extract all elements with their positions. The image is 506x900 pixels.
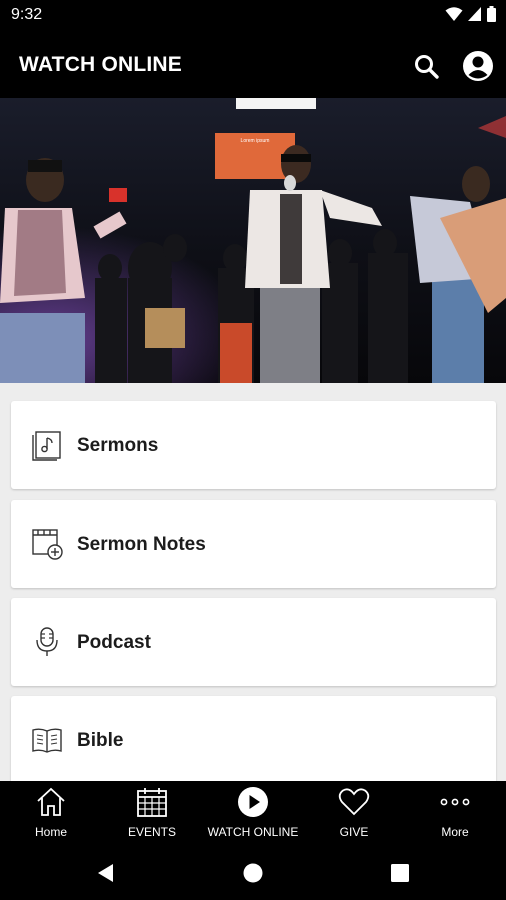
menu-item-bible[interactable]: Bible — [11, 696, 496, 784]
stage-screen-text: Lorem ipsum — [241, 138, 270, 144]
search-button[interactable] — [412, 52, 442, 82]
heart-icon — [338, 788, 370, 816]
nav-item-more[interactable]: More — [405, 781, 505, 845]
nav-label-more: More — [441, 825, 469, 839]
nav-label-watch-online: WATCH ONLINE — [207, 825, 299, 839]
note-add-icon — [32, 529, 63, 560]
calendar-icon — [137, 788, 167, 817]
wifi-icon — [445, 7, 463, 21]
system-nav-bar — [0, 845, 506, 900]
nav-item-home[interactable]: Home — [1, 781, 101, 845]
menu-item-podcast[interactable]: Podcast — [11, 598, 496, 686]
menu-item-sermons[interactable]: Sermons — [11, 401, 496, 489]
status-icons — [445, 6, 496, 22]
menu-item-sermon-notes[interactable]: Sermon Notes — [11, 500, 496, 588]
home-icon — [37, 787, 65, 816]
nav-label-events: EVENTS — [127, 825, 176, 839]
menu-item-label: Sermons — [77, 435, 159, 456]
menu-item-label: Sermon Notes — [77, 534, 206, 555]
profile-button[interactable] — [462, 50, 494, 82]
cell-signal-icon — [468, 7, 481, 21]
menu-item-label: Podcast — [77, 632, 151, 653]
more-dots-icon — [440, 798, 470, 806]
microphone-icon — [36, 627, 58, 656]
home-circle-icon[interactable] — [241, 861, 265, 885]
app-bar: WATCH ONLINE — [0, 32, 506, 98]
back-icon[interactable] — [94, 861, 118, 885]
recents-icon[interactable] — [388, 861, 412, 885]
nav-label-give: GIVE — [339, 825, 369, 839]
play-circle-icon — [238, 787, 268, 817]
nav-item-give[interactable]: GIVE — [304, 781, 404, 845]
menu-item-label: Bible — [77, 730, 124, 751]
nav-item-events[interactable]: EVENTS — [102, 781, 202, 845]
hero-image: Lorem ipsum — [0, 98, 506, 383]
page-title: WATCH ONLINE — [19, 53, 182, 76]
profile-icon — [463, 51, 493, 81]
nav-label-home: Home — [34, 825, 67, 839]
nav-item-watch-online[interactable]: WATCH ONLINE — [203, 781, 303, 845]
status-bar: 9:32 — [0, 0, 506, 32]
worship-stage-photo: Lorem ipsum — [0, 98, 506, 383]
bottom-nav: Home EVENTS WATCH ONLINE GIVE More — [0, 781, 506, 845]
music-note-book-icon — [32, 431, 61, 461]
open-book-icon — [32, 728, 62, 753]
status-time: 9:32 — [11, 6, 43, 23]
search-icon — [415, 55, 439, 79]
battery-icon — [487, 6, 496, 22]
